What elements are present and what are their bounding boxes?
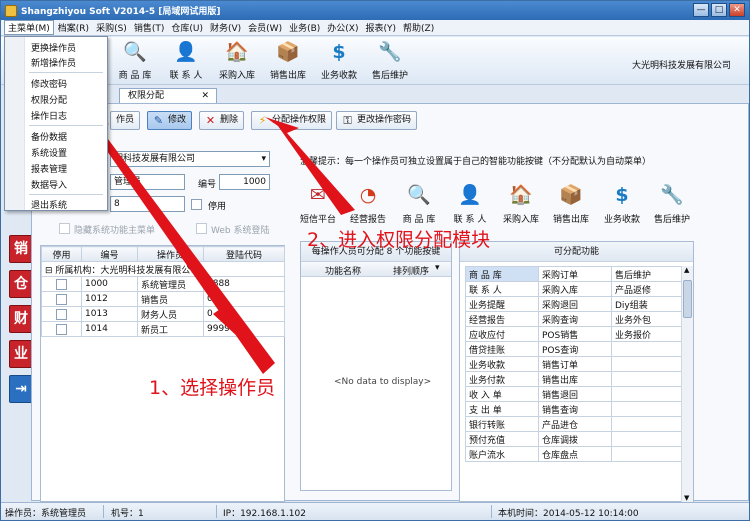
menu-item-settings[interactable]: 系统设置: [31, 146, 67, 159]
menu-item-backup[interactable]: 备份数据: [31, 130, 67, 143]
menu-item-change-operator[interactable]: 更换操作员: [31, 41, 76, 54]
arrow-to-operator-row: [213, 307, 271, 365]
menu-item-import[interactable]: 数据导入: [31, 178, 67, 191]
app-window: Shangzhiyou Soft V2014-5 [局域网试用版] — □ ✕ …: [0, 0, 750, 521]
menu-item-change-password[interactable]: 修改密码: [31, 77, 67, 90]
main-menu-dropdown: 更换操作员 新增操作员 修改密码 权限分配 操作日志 备份数据 系统设置 报表管…: [4, 36, 108, 211]
annotation-step1: 1、选择操作员: [149, 377, 276, 399]
menu-item-add-operator[interactable]: 新增操作员: [31, 56, 76, 69]
menu-item-operation-log[interactable]: 操作日志: [31, 109, 67, 122]
menu-item-permission[interactable]: 权限分配: [31, 93, 67, 106]
annotation-step2: 2、进入权限分配模块: [307, 229, 491, 251]
menu-item-report-manage[interactable]: 报表管理: [31, 162, 67, 175]
annotation-arrows: [71, 107, 355, 374]
menu-item-exit[interactable]: 退出系统: [31, 198, 67, 211]
arrow-to-assign-button: [265, 117, 355, 215]
